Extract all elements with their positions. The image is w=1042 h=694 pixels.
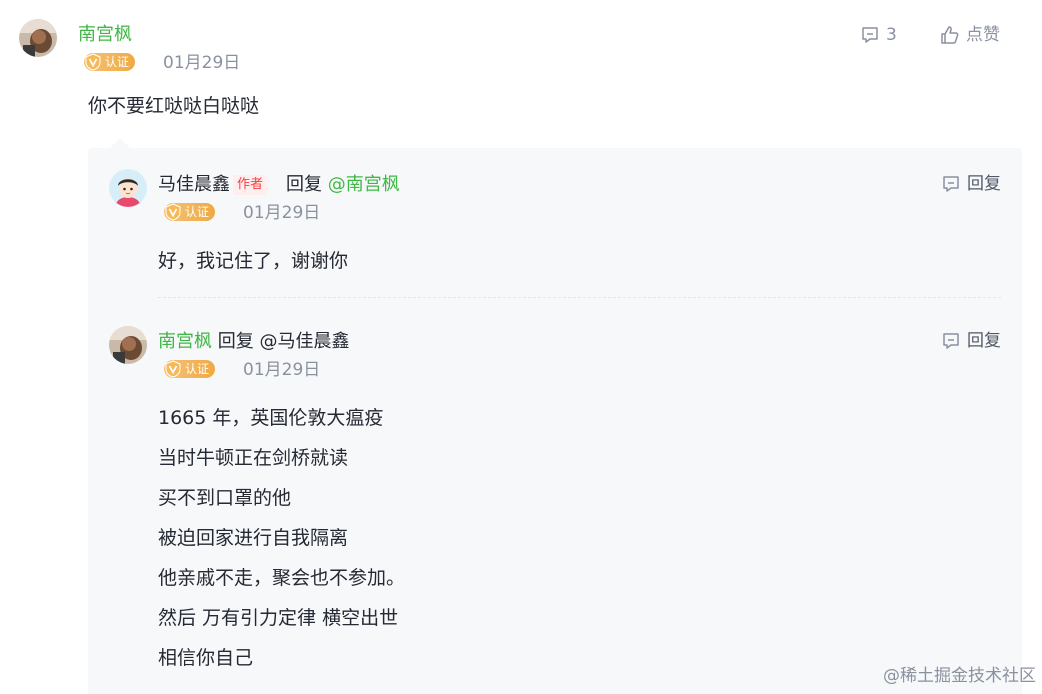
reply-2-verified-badge-label: 认证: [185, 362, 210, 376]
reply-2-header: 南宫枫 回复 @马佳晨鑫: [158, 330, 349, 354]
reply-2-author-name[interactable]: 南宫枫: [158, 331, 212, 352]
reply-divider: [158, 297, 1001, 298]
reply-1-reply-button-label: 回复: [967, 174, 1001, 194]
reply-2-text-line-4: 被迫回家进行自我隔离: [158, 527, 349, 549]
reply-2-reply-label: 回复: [217, 331, 254, 352]
reply-2-text-line-6: 然后 万有引力定律 横空出世: [158, 607, 399, 629]
verified-v-icon: [85, 53, 101, 71]
verified-v-icon: [165, 203, 181, 221]
comment-reply-count-button[interactable]: 3: [860, 24, 897, 46]
reply-2-text-line-3: 买不到口罩的他: [158, 487, 292, 509]
comment-author-name[interactable]: 南宫枫: [78, 23, 132, 47]
reply-2-verified-badge: 认证: [164, 360, 216, 378]
avatar-majiachenxin[interactable]: [109, 169, 147, 207]
reply-count: 3: [886, 25, 897, 45]
reply-2-text-line-1: 1665 年，英国伦敦大瘟疫: [158, 407, 384, 429]
reply-2-reply-button-label: 回复: [967, 331, 1001, 351]
reply-1-date: 01月29日: [243, 203, 321, 223]
comment-bubble-icon: [943, 333, 959, 349]
comment-thread: 南宫枫 认证 01月29日 你不要红哒哒白哒哒 3 点赞 马佳晨鑫 作者 回复 …: [0, 0, 1042, 694]
verified-badge-label: 认证: [105, 55, 130, 69]
avatar-nangongfeng[interactable]: [19, 19, 57, 57]
verified-badge: 认证: [84, 53, 136, 71]
reply-1-verified-badge: 认证: [164, 203, 216, 221]
reply-1-text-line: 好，我记住了，谢谢你: [158, 250, 349, 272]
reply-1-reply-label: 回复: [286, 174, 322, 195]
watermark: @稀土掘金技术社区: [883, 666, 1036, 686]
like-label: 点赞: [966, 25, 1000, 45]
comment-date: 01月29日: [163, 53, 241, 73]
reply-2-text-line-2: 当时牛顿正在剑桥就读: [158, 447, 349, 469]
reply-2-text-line-5: 他亲戚不走，聚会也不参加。: [158, 567, 406, 589]
reply-1-reply-button[interactable]: 回复: [941, 173, 1001, 195]
reply-2-reply-button[interactable]: 回复: [941, 330, 1001, 352]
like-button[interactable]: 点赞: [940, 24, 1000, 46]
reply-1-reply-word: 回复 @南宫枫: [286, 173, 400, 197]
reply-1-author-name[interactable]: 马佳晨鑫: [158, 173, 230, 197]
comment-bubble-icon: [943, 176, 959, 192]
reply-box-pointer: [110, 138, 130, 148]
comment-bubble-icon: [862, 27, 878, 43]
verified-v-icon: [165, 360, 181, 378]
reply-1-mention[interactable]: @南宫枫: [328, 174, 400, 195]
comment-text: 你不要红哒哒白哒哒: [88, 95, 260, 117]
thumbs-up-icon: [941, 26, 959, 44]
avatar-nangongfeng-reply[interactable]: [109, 326, 147, 364]
reply-2-date: 01月29日: [243, 360, 321, 380]
reply-1-verified-badge-label: 认证: [185, 205, 210, 219]
reply-2-mention[interactable]: @马佳晨鑫: [259, 331, 349, 352]
reply-2-text-line-7: 相信你自己: [158, 647, 254, 669]
author-tag: 作者: [233, 175, 268, 195]
